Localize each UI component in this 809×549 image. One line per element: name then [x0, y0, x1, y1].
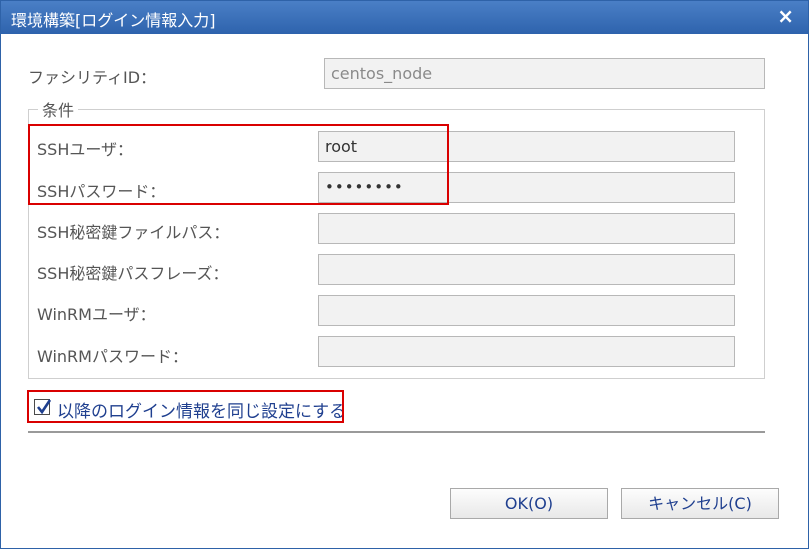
separator: [28, 431, 765, 433]
conditions-legend: 条件: [38, 97, 79, 121]
dialog-title: 環境構築[ログイン情報入力]: [11, 11, 216, 30]
close-icon[interactable]: ×: [777, 4, 794, 28]
facility-id-label: ファシリティID：: [28, 68, 157, 87]
winrm-user-label: WinRMユーザ：: [37, 305, 156, 324]
ssh-passphrase-input[interactable]: [318, 254, 735, 285]
winrm-user-input[interactable]: [318, 295, 735, 326]
same-settings-highlight: [27, 390, 344, 423]
title-bar: 環境構築[ログイン情報入力] ×: [1, 1, 808, 34]
ssh-credentials-highlight: [28, 124, 449, 205]
ok-button[interactable]: OK(O): [450, 488, 608, 519]
ssh-passphrase-label: SSH秘密鍵パスフレーズ：: [37, 264, 229, 283]
winrm-password-label: WinRMパスワード：: [37, 347, 188, 366]
ssh-key-path-label: SSH秘密鍵ファイルパス：: [37, 223, 230, 242]
winrm-password-input[interactable]: [318, 336, 735, 367]
dialog-window: 環境構築[ログイン情報入力] × ファシリティID： centos_node 条…: [0, 0, 809, 549]
facility-id-field: centos_node: [324, 58, 765, 89]
cancel-button[interactable]: キャンセル(C): [621, 488, 779, 519]
ssh-key-path-input[interactable]: [318, 213, 735, 244]
